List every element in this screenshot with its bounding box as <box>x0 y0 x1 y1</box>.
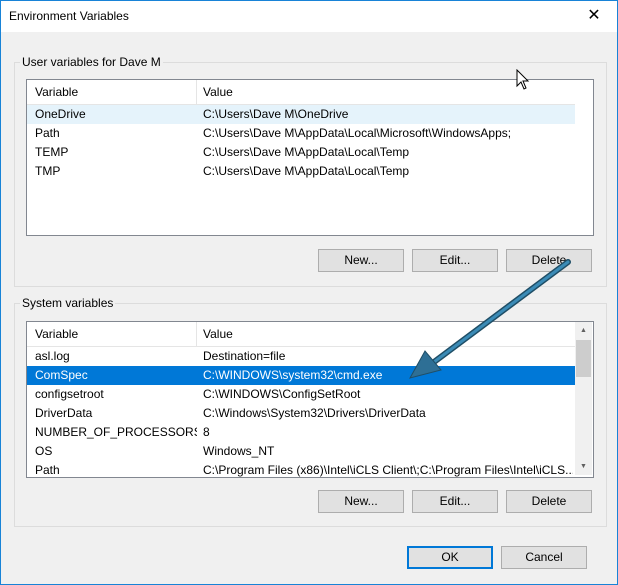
mouse-pointer-icon <box>516 69 530 90</box>
annotation-arrow-shape <box>408 259 571 379</box>
environment-variables-dialog: Environment Variables ✕ User variables f… <box>0 0 618 585</box>
